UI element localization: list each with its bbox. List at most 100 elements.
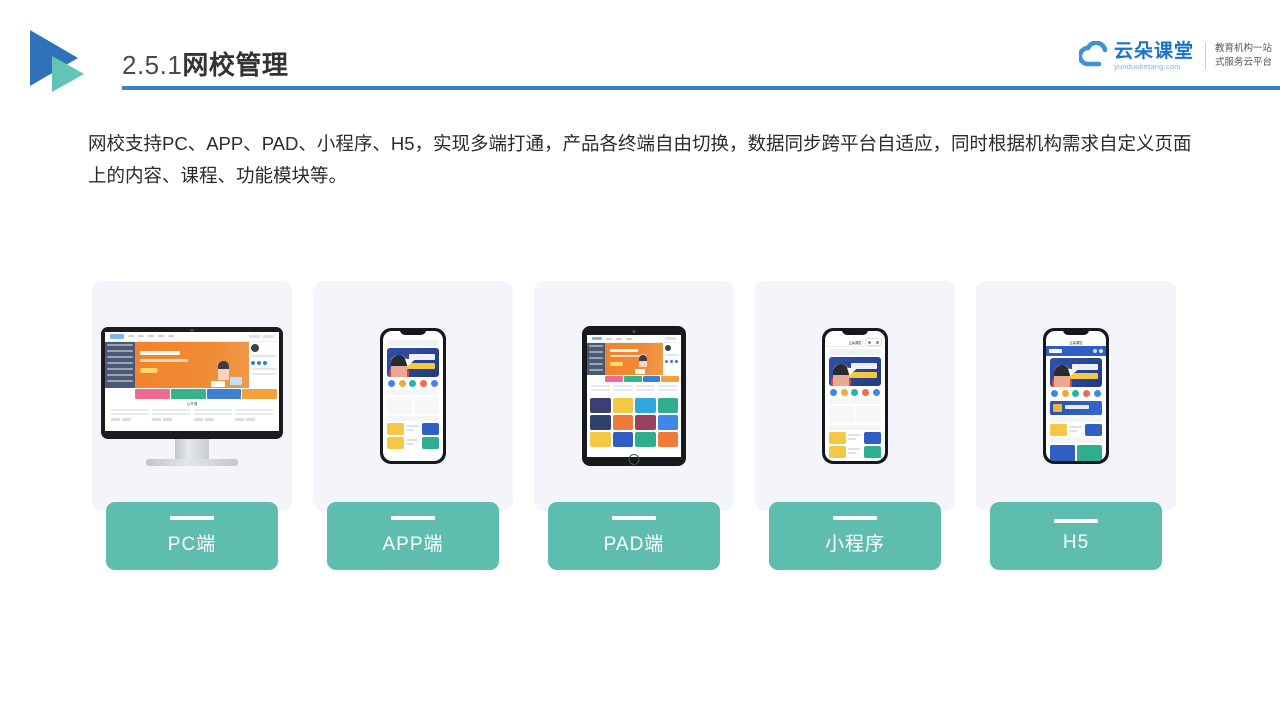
- user-icon[interactable]: [1099, 349, 1103, 353]
- course-thumbnail: [864, 445, 881, 458]
- course-card[interactable]: [414, 396, 439, 414]
- close-circle-icon[interactable]: [875, 340, 879, 344]
- course-thumbnail: [387, 436, 404, 449]
- more-icon[interactable]: [868, 340, 872, 344]
- course-card[interactable]: [1077, 445, 1102, 461]
- promo-tile: [661, 376, 679, 382]
- card-label-pc[interactable]: PC端: [106, 502, 278, 570]
- avatar: [665, 345, 671, 351]
- course-list-item[interactable]: [829, 445, 881, 458]
- course-line: [848, 447, 860, 450]
- category-icon[interactable]: [862, 388, 870, 396]
- card-label-miniprogram[interactable]: 小程序: [769, 502, 941, 570]
- device-card-app[interactable]: APP端: [313, 281, 513, 570]
- device-card-h5[interactable]: 云朵课堂 H5: [976, 281, 1176, 570]
- course-list-item[interactable]: [387, 436, 439, 449]
- page-header: 2.5.1网校管理 云朵课堂 yunduoketang.com 教育机构一站 式…: [0, 0, 1280, 100]
- nav-item: [158, 335, 164, 337]
- course-tile[interactable]: [612, 415, 633, 430]
- hero-cta-button[interactable]: [610, 362, 623, 366]
- label-accent-bar: [833, 516, 877, 520]
- app-hero-banner[interactable]: [387, 347, 439, 377]
- course-tile[interactable]: [590, 398, 611, 413]
- course-card[interactable]: [387, 396, 412, 414]
- sidebar-item: [589, 357, 603, 359]
- course-line: [613, 389, 633, 391]
- brand-tagline-line2: 式服务云平台: [1214, 57, 1272, 68]
- course-tile[interactable]: [612, 398, 633, 413]
- course-tile[interactable]: [657, 432, 678, 447]
- h5-hero-banner[interactable]: [1050, 358, 1102, 387]
- panel-line: [665, 354, 679, 356]
- label-accent-bar: [612, 516, 656, 520]
- section-header: [387, 389, 439, 395]
- card-label-h5[interactable]: H5: [990, 502, 1162, 570]
- card-label-pad[interactable]: PAD端: [548, 502, 720, 570]
- search-input[interactable]: [829, 348, 881, 355]
- home-button[interactable]: [628, 454, 640, 465]
- course-card[interactable]: [829, 405, 854, 423]
- course-card: [193, 408, 232, 421]
- course-tile[interactable]: [612, 432, 633, 447]
- illustration-hair: [1054, 365, 1070, 376]
- course-tile[interactable]: [635, 398, 656, 413]
- course-line: [848, 433, 861, 436]
- miniprogram-capsule-buttons[interactable]: [865, 338, 882, 346]
- category-icon[interactable]: [829, 388, 837, 396]
- course-tile[interactable]: [590, 415, 611, 430]
- course-list-item[interactable]: [387, 422, 439, 435]
- card-label-app[interactable]: APP端: [327, 502, 499, 570]
- course-tile[interactable]: [635, 432, 656, 447]
- category-icon[interactable]: [840, 388, 848, 396]
- illustration-hair: [639, 355, 647, 361]
- course-tile[interactable]: [657, 415, 678, 430]
- site-course-list: [587, 385, 681, 393]
- course-tile[interactable]: [635, 415, 656, 430]
- course-list-item[interactable]: [1050, 424, 1102, 436]
- course-tile[interactable]: [657, 398, 678, 413]
- category-icon[interactable]: [1083, 390, 1091, 397]
- category-icon[interactable]: [1061, 390, 1069, 397]
- site-promo-strip: [135, 388, 279, 399]
- device-card-miniprogram[interactable]: 云朵课堂 小程序: [755, 281, 955, 570]
- brand-url: yunduoketang.com: [1113, 61, 1181, 71]
- category-icon[interactable]: [431, 379, 439, 387]
- course-tags: [111, 417, 149, 421]
- course-line: [406, 442, 414, 445]
- sidebar-item: [107, 361, 133, 364]
- device-card-pad[interactable]: PAD端: [534, 281, 734, 570]
- miniprogram-hero-banner[interactable]: [829, 356, 881, 386]
- course-line: [406, 424, 419, 427]
- course-thumbnail: [1085, 424, 1102, 436]
- course-tag: [234, 417, 244, 421]
- card-label-text: APP端: [382, 534, 444, 555]
- category-icon[interactable]: [1050, 390, 1058, 397]
- course-list-item[interactable]: [829, 431, 881, 444]
- category-icon[interactable]: [420, 379, 428, 387]
- category-icon[interactable]: [409, 379, 417, 387]
- hero-cta-button[interactable]: [140, 367, 158, 373]
- category-icon[interactable]: [851, 388, 859, 396]
- device-card-pc[interactable]: 公开课 PC端: [92, 281, 292, 570]
- category-icon[interactable]: [1094, 390, 1102, 397]
- course-line: [152, 412, 191, 415]
- course-tag: [245, 417, 255, 421]
- course-tag: [122, 417, 131, 421]
- h5-promo-banner[interactable]: [1050, 401, 1102, 415]
- site-navbar: [587, 335, 681, 343]
- course-card-row: [387, 396, 439, 414]
- tablet-screen: [587, 335, 681, 457]
- course-tag: [193, 417, 203, 421]
- category-icon[interactable]: [387, 379, 395, 387]
- course-card[interactable]: [856, 405, 881, 423]
- category-icon[interactable]: [873, 388, 881, 396]
- site-hero-banner[interactable]: [605, 343, 663, 375]
- category-icon[interactable]: [1072, 390, 1080, 397]
- course-tile[interactable]: [590, 432, 611, 447]
- search-icon[interactable]: [1093, 349, 1097, 353]
- course-tags: [152, 417, 190, 421]
- course-card[interactable]: [1050, 445, 1075, 461]
- search-input[interactable]: [387, 339, 439, 346]
- tablet-mockup: [582, 326, 686, 466]
- category-icon[interactable]: [398, 379, 406, 387]
